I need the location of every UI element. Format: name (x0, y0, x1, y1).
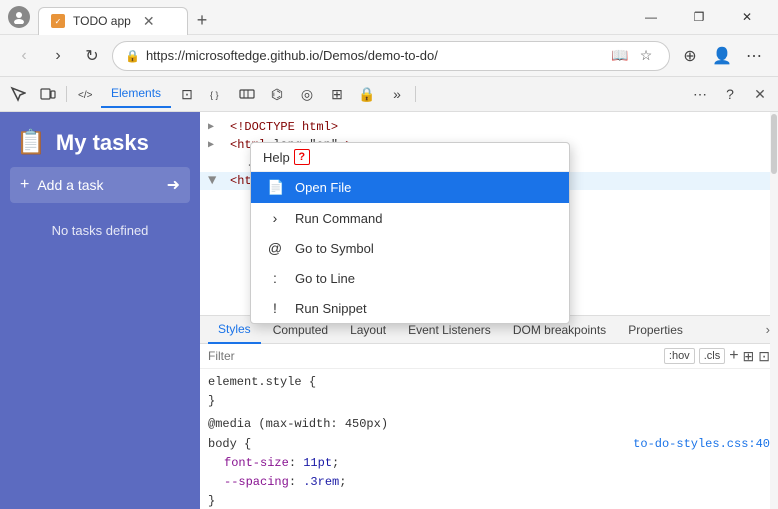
go-to-line-label: Go to Line (295, 271, 355, 286)
devtools-content: ▶ <!DOCTYPE html> ▶ <html lang="en" > ..… (200, 112, 778, 509)
svg-text:</>: </> (78, 90, 93, 101)
add-task-label: Add a task (37, 177, 158, 193)
filter-btns: :hov .cls + ⊞ ⊡ (664, 347, 770, 365)
window-controls: — ❐ ✕ (628, 0, 770, 35)
html-icon-btn[interactable]: </> (71, 80, 99, 108)
active-tab[interactable]: ✓ TODO app ✕ (38, 7, 188, 35)
menu-item-run-snippet[interactable]: ! Run Snippet (251, 293, 569, 323)
tab-close-btn[interactable]: ✕ (143, 13, 155, 30)
inspect-element-btn[interactable] (4, 80, 32, 108)
elements-tab[interactable]: Elements (101, 80, 171, 108)
add-task-button[interactable]: + Add a task ➜ (10, 167, 190, 203)
element-style-block: element.style { } (208, 373, 770, 411)
help-btn[interactable]: ? (716, 80, 744, 108)
tab-favicon: ✓ (51, 14, 65, 28)
device-emulation-btn[interactable] (34, 80, 62, 108)
css-filter-input[interactable] (208, 349, 656, 363)
refresh-button[interactable]: ↻ (78, 42, 106, 70)
main-area: 📋 My tasks + Add a task ➜ No tasks defin… (0, 112, 778, 509)
cls-button[interactable]: .cls (699, 348, 726, 364)
address-icons: 📖 ☆ (609, 45, 657, 67)
minimize-button[interactable]: — (628, 0, 674, 35)
memory-icon-btn[interactable]: ◎ (293, 80, 321, 108)
security-icon-btn[interactable]: 🔒 (353, 80, 381, 108)
favorites-icon[interactable]: ☆ (635, 45, 657, 67)
help-label: Help (263, 150, 290, 165)
performance-icon-btn[interactable]: ⌬ (263, 80, 291, 108)
expand-btn-1[interactable]: ▶ (208, 118, 222, 136)
plus-icon: + (20, 176, 29, 194)
nav-right: ⊕ 👤 ⋯ (676, 42, 768, 70)
network-icon-btn[interactable] (233, 80, 261, 108)
application-icon-btn[interactable]: ⊞ (323, 80, 351, 108)
symbol-icon: @ (267, 240, 283, 256)
css-file-link[interactable]: to-do-styles.css:40 (633, 435, 770, 454)
address-bar[interactable]: 🔒 https://microsoftedge.github.io/Demos/… (112, 41, 670, 71)
hov-button[interactable]: :hov (664, 348, 695, 364)
file-icon: 📄 (267, 179, 283, 196)
app-icon: 📋 (16, 128, 46, 157)
toggle-changes-btn[interactable]: ⊡ (758, 348, 770, 365)
devtools-toolbar: </> Elements ⊡ { } ⌬ ◎ ⊞ 🔒 » ⋯ ? ✕ (0, 77, 778, 112)
css-code-area: element.style { } @media (max-width: 450… (200, 369, 778, 509)
hub-button[interactable]: ⊕ (676, 42, 704, 70)
css-filter-bar: :hov .cls + ⊞ ⊡ (200, 344, 778, 369)
snippet-icon: ! (267, 300, 283, 316)
run-snippet-label: Run Snippet (295, 301, 367, 316)
no-tasks-message: No tasks defined (0, 223, 200, 238)
toolbar-divider-2 (415, 86, 416, 102)
go-to-symbol-label: Go to Symbol (295, 241, 374, 256)
help-badge: ? (294, 149, 310, 165)
overflow-btn[interactable]: ⋯ (686, 80, 714, 108)
menu-item-go-to-symbol[interactable]: @ Go to Symbol (251, 233, 569, 263)
tab-bar: ✓ TODO app ✕ + (38, 0, 620, 35)
menu-header: Help ? (251, 143, 569, 172)
devtools-close-btn[interactable]: ✕ (746, 80, 774, 108)
devtools-bottom: Styles Computed Layout Event Listeners D… (200, 315, 778, 509)
nav-bar: ‹ › ↻ 🔒 https://microsoftedge.github.io/… (0, 35, 778, 77)
url-text: https://microsoftedge.github.io/Demos/de… (146, 48, 603, 63)
run-command-icon: › (267, 210, 283, 226)
back-button[interactable]: ‹ (10, 42, 38, 70)
app-title: My tasks (56, 130, 149, 156)
context-menu: Help ? 📄 Open File › Run Command @ Go to… (250, 142, 570, 324)
scrollbar[interactable] (770, 112, 778, 509)
console-icon-btn[interactable]: ⊡ (173, 80, 201, 108)
close-window-button[interactable]: ✕ (724, 0, 770, 35)
open-file-label: Open File (295, 180, 351, 195)
add-style-rule-btn[interactable]: + (729, 347, 738, 365)
code-line-1: ▶ <!DOCTYPE html> (200, 118, 778, 136)
lock-icon: 🔒 (125, 49, 140, 63)
expand-btn-2[interactable]: ▶ (208, 136, 222, 154)
expand-btn-4[interactable]: ▼ (208, 172, 222, 190)
maximize-button[interactable]: ❐ (676, 0, 722, 35)
menu-item-run-command[interactable]: › Run Command (251, 203, 569, 233)
new-style-rule-btn[interactable]: ⊞ (743, 348, 755, 365)
sources-icon-btn[interactable]: { } (203, 80, 231, 108)
media-query-block: @media (max-width: 450px) body { to-do-s… (208, 415, 770, 509)
app-area: 📋 My tasks + Add a task ➜ No tasks defin… (0, 112, 200, 509)
title-bar: ✓ TODO app ✕ + — ❐ ✕ (0, 0, 778, 35)
scrollbar-thumb[interactable] (771, 114, 777, 174)
profile-icon[interactable] (8, 6, 30, 28)
settings-button[interactable]: ⋯ (740, 42, 768, 70)
arrow-icon: ➜ (167, 175, 180, 195)
title-bar-left (8, 6, 30, 28)
tab-properties[interactable]: Properties (618, 316, 693, 344)
menu-item-go-to-line[interactable]: : Go to Line (251, 263, 569, 293)
tab-title: TODO app (73, 14, 131, 28)
toolbar-divider-1 (66, 86, 67, 102)
more-tabs-btn[interactable]: » (383, 80, 411, 108)
run-command-label: Run Command (295, 211, 382, 226)
new-tab-button[interactable]: + (188, 7, 216, 35)
app-header: 📋 My tasks (0, 112, 200, 167)
read-icon[interactable]: 📖 (609, 45, 631, 67)
line-icon: : (267, 270, 283, 286)
forward-button[interactable]: › (44, 42, 72, 70)
menu-item-open-file[interactable]: 📄 Open File (251, 172, 569, 203)
svg-text:{ }: { } (210, 90, 219, 100)
profile-button[interactable]: 👤 (708, 42, 736, 70)
